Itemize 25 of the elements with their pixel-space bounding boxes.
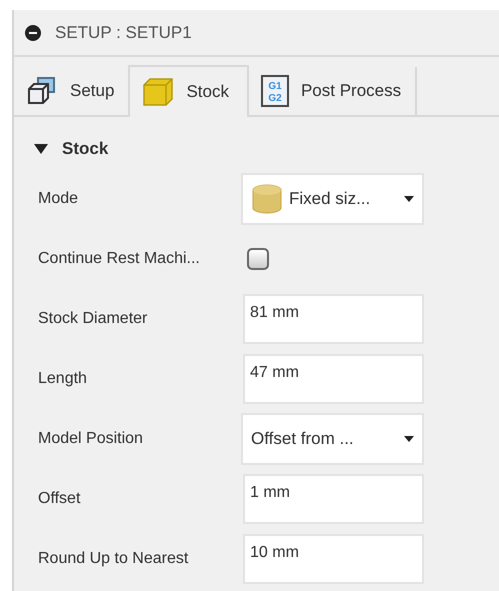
caret-icon (404, 196, 414, 202)
field-label: Round Up to Nearest (37, 550, 190, 568)
panel-title: SETUP : SETUP1 (55, 22, 192, 42)
cubes-icon (26, 75, 58, 107)
expand-arrow-icon[interactable] (34, 144, 48, 154)
box-icon (142, 76, 174, 108)
field-label: Stock Diameter (37, 310, 148, 328)
field-label: Model Position (37, 430, 144, 448)
input-field[interactable]: 10 mm (243, 534, 424, 584)
cylinder-icon (251, 183, 283, 215)
section-title: Stock (62, 139, 108, 159)
tab[interactable]: Stock (128, 65, 249, 117)
dropdown[interactable]: Fixed siz... (241, 173, 424, 225)
field-label: Offset (37, 490, 82, 508)
dropdown[interactable]: Offset from ... (241, 413, 424, 465)
checkbox[interactable] (247, 248, 269, 270)
field-label: Mode (37, 190, 80, 208)
gcode-icon: G1 G2 (260, 75, 289, 107)
caret-icon (404, 436, 414, 442)
minus-circle-icon[interactable] (25, 24, 41, 40)
field-label: Length (37, 370, 88, 388)
field-label: Continue Rest Machi... (37, 250, 201, 268)
input-field[interactable]: 81 mm (243, 294, 424, 344)
input-field[interactable]: 47 mm (243, 354, 424, 404)
input-field[interactable]: 1 mm (243, 474, 424, 524)
